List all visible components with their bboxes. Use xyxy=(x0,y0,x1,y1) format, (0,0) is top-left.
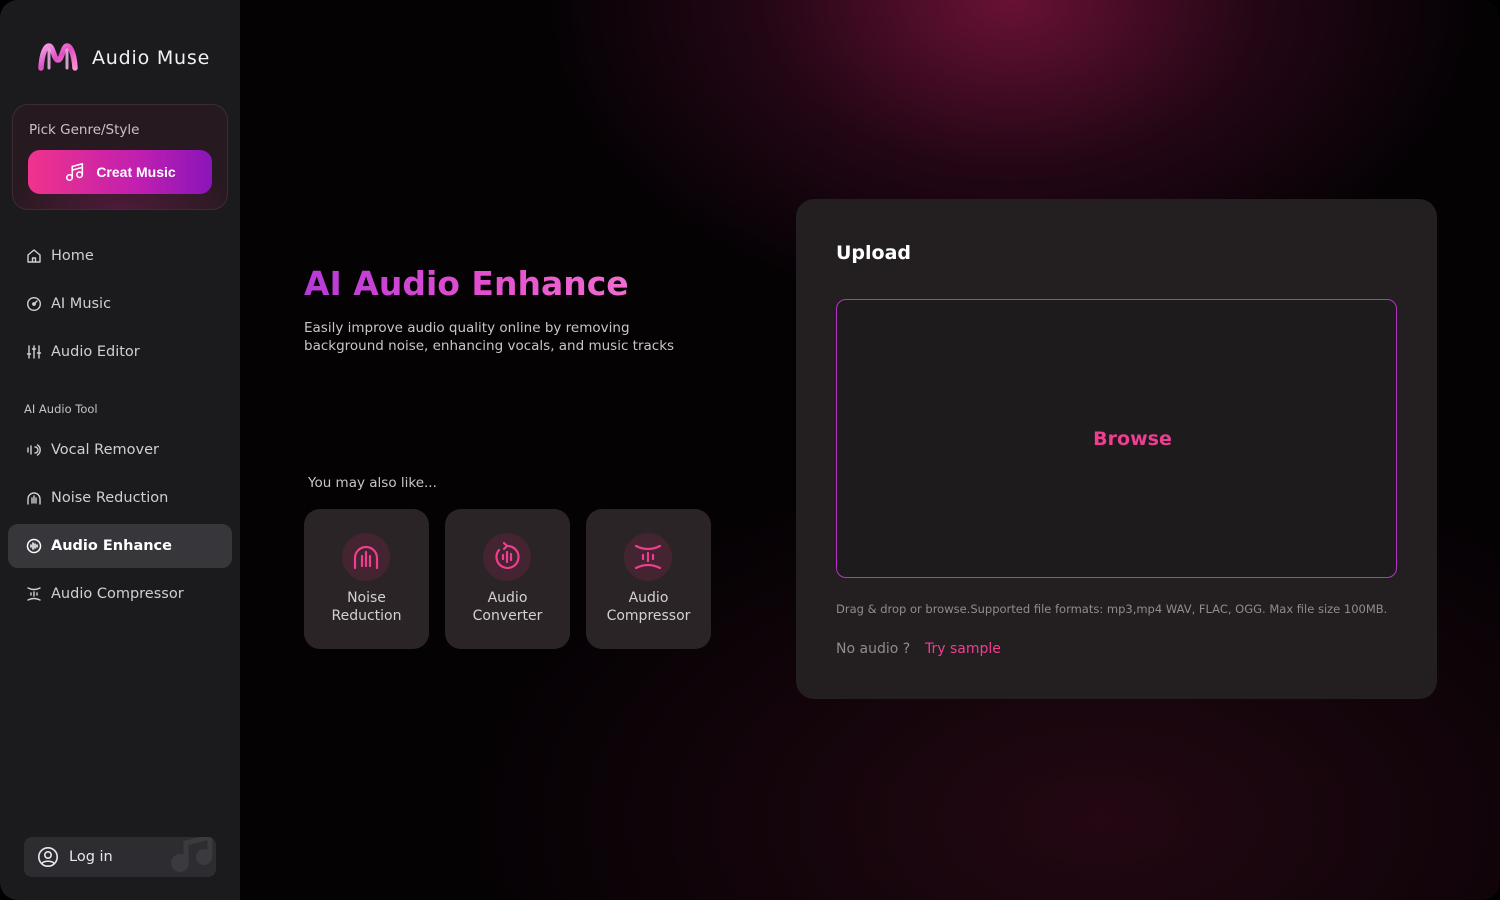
nav-item-label: AI Music xyxy=(51,296,112,312)
app-window: Audio Muse Pick Genre/Style Creat Music … xyxy=(0,0,1500,900)
create-music-label: Creat Music xyxy=(96,164,176,180)
try-sample-link[interactable]: Try sample xyxy=(925,641,1001,657)
card-label: Audio Converter xyxy=(472,590,543,624)
nav-item-audio-editor[interactable]: Audio Editor xyxy=(8,330,232,374)
m-wave-logo-icon xyxy=(38,43,78,71)
page-description: Easily improve audio quality online by r… xyxy=(304,320,675,354)
upload-dropzone[interactable]: Browse xyxy=(836,299,1397,578)
sidebar: Audio Muse Pick Genre/Style Creat Music … xyxy=(0,0,240,900)
home-icon xyxy=(25,247,43,265)
login-label: Log in xyxy=(69,849,113,865)
music-note-icon xyxy=(66,162,84,182)
card-label: Audio Compressor xyxy=(606,590,691,624)
disc-icon xyxy=(25,295,43,313)
user-circle-icon xyxy=(38,847,58,867)
nav-item-label: Audio Compressor xyxy=(51,586,184,602)
card-label: Noise Reduction xyxy=(331,590,402,624)
nav-item-label: Vocal Remover xyxy=(51,442,159,458)
page-title: AI Audio Enhance xyxy=(304,264,629,303)
music-note-decoration-icon xyxy=(171,837,213,872)
nav-item-label: Home xyxy=(51,248,94,264)
noise-reduction-icon xyxy=(25,489,43,507)
upload-title: Upload xyxy=(836,242,912,264)
noise-reduction-icon xyxy=(342,533,390,581)
audio-converter-icon xyxy=(483,533,531,581)
nav-item-home[interactable]: Home xyxy=(8,234,232,278)
audio-enhance-icon xyxy=(25,537,43,555)
browse-button[interactable]: Browse xyxy=(1093,428,1172,450)
brand[interactable]: Audio Muse xyxy=(36,38,210,78)
card-noise-reduction[interactable]: Noise Reduction xyxy=(304,509,429,649)
nav-item-label: Audio Enhance xyxy=(51,538,172,554)
genre-label: Pick Genre/Style xyxy=(29,122,140,138)
login-button[interactable]: Log in xyxy=(24,837,216,877)
audio-compressor-icon xyxy=(624,533,672,581)
create-music-button[interactable]: Creat Music xyxy=(28,150,212,194)
brand-name: Audio Muse xyxy=(92,47,211,69)
card-audio-converter[interactable]: Audio Converter xyxy=(445,509,570,649)
nav-item-audio-compressor[interactable]: Audio Compressor xyxy=(8,572,232,616)
card-audio-compressor[interactable]: Audio Compressor xyxy=(586,509,711,649)
nav-item-noise-reduction[interactable]: Noise Reduction xyxy=(8,476,232,520)
nav-item-label: Audio Editor xyxy=(51,344,140,360)
nav-item-vocal-remover[interactable]: Vocal Remover xyxy=(8,428,232,472)
upload-panel: Upload Browse Drag & drop or browse.Supp… xyxy=(796,199,1437,699)
genre-card: Pick Genre/Style Creat Music xyxy=(12,104,228,210)
supported-formats-text: Drag & drop or browse.Supported file for… xyxy=(836,602,1388,616)
nav-item-label: Noise Reduction xyxy=(51,490,169,506)
vocal-remover-icon xyxy=(25,441,43,459)
also-like-label: You may also like... xyxy=(308,475,437,491)
audio-compressor-icon xyxy=(25,585,43,603)
sliders-icon xyxy=(25,343,43,361)
no-audio-label: No audio ? xyxy=(836,641,911,657)
nav-item-ai-music[interactable]: AI Music xyxy=(8,282,232,326)
section-title-ai-audio-tool: AI Audio Tool xyxy=(24,402,98,416)
nav-item-audio-enhance[interactable]: Audio Enhance xyxy=(8,524,232,568)
